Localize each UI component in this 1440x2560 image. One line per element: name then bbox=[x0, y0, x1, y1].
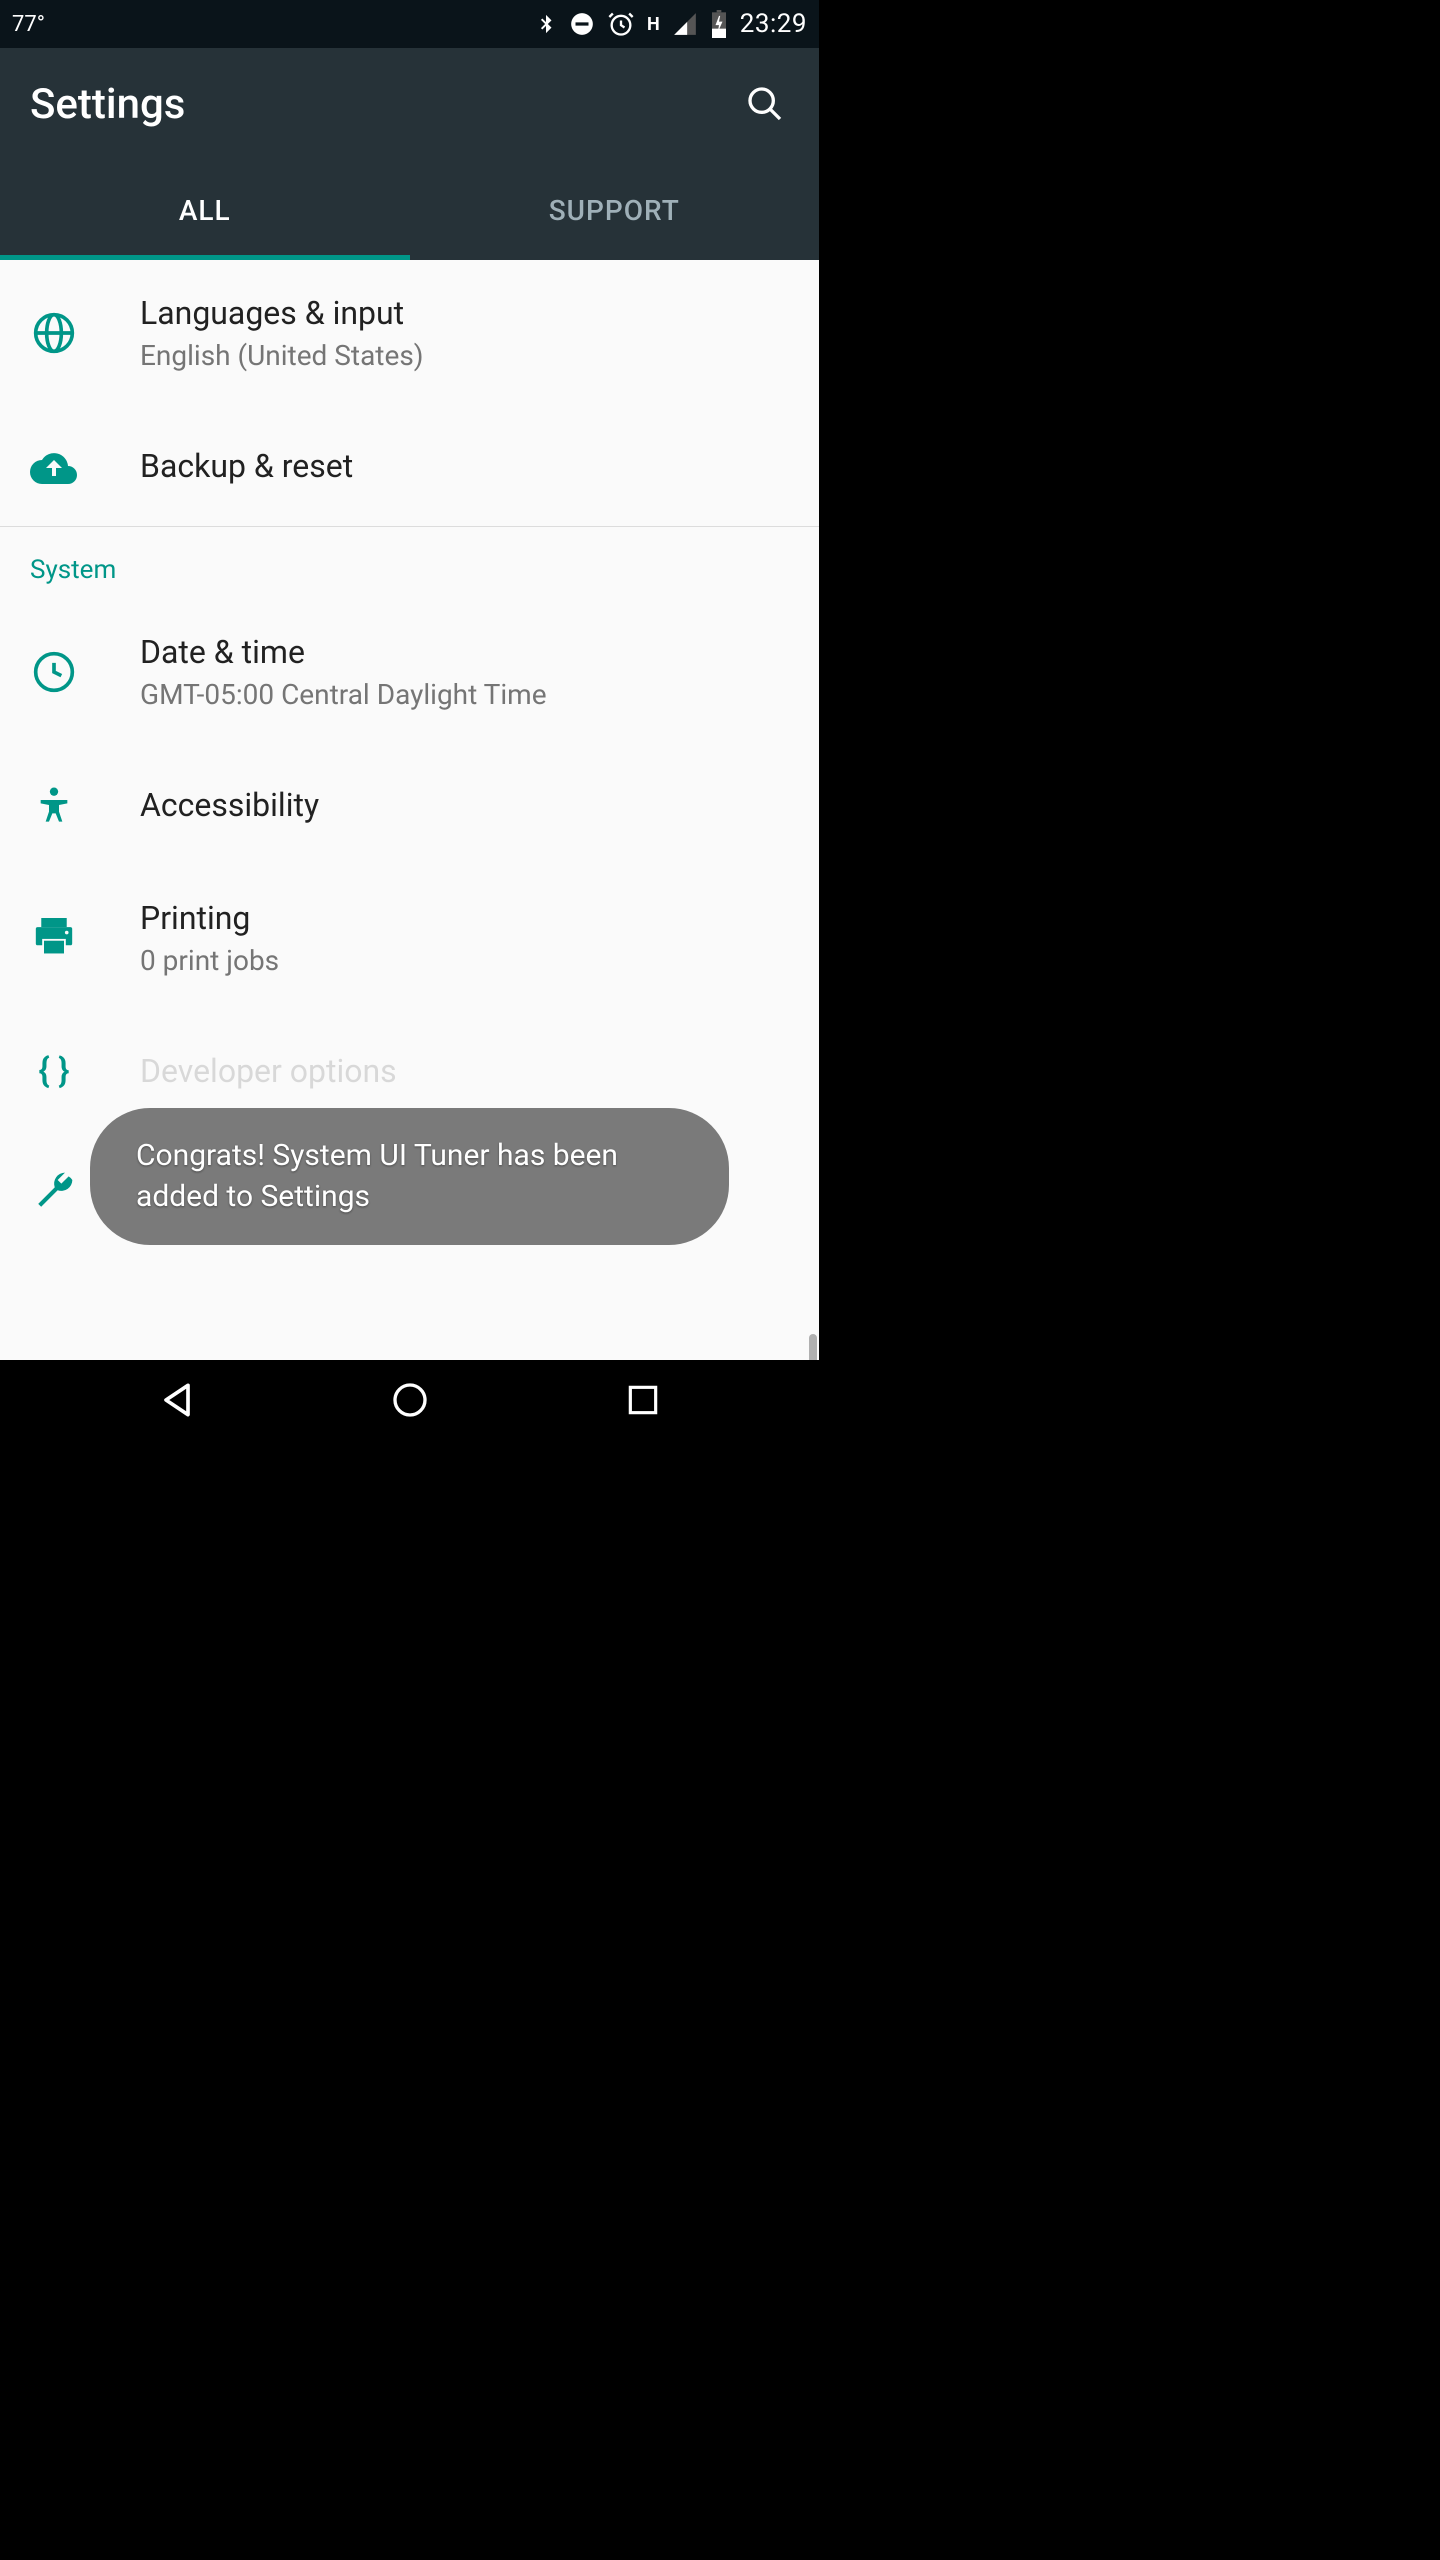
section-header-system: System bbox=[0, 527, 819, 599]
tab-support[interactable]: SUPPORT bbox=[410, 160, 820, 260]
navigation-bar bbox=[0, 1360, 819, 1440]
tab-support-label: SUPPORT bbox=[549, 194, 680, 227]
settings-item-backup[interactable]: Backup & reset bbox=[0, 406, 819, 526]
search-icon bbox=[745, 84, 785, 124]
signal-icon bbox=[672, 11, 698, 37]
tabs: ALL SUPPORT bbox=[0, 160, 819, 260]
item-title: Developer options bbox=[140, 1052, 397, 1090]
item-subtitle: GMT-05:00 Central Daylight Time bbox=[140, 678, 547, 711]
recent-icon bbox=[624, 1381, 662, 1419]
item-title: Accessibility bbox=[140, 786, 319, 824]
network-type-icon: H bbox=[647, 14, 660, 35]
settings-item-languages[interactable]: Languages & input English (United States… bbox=[0, 260, 819, 406]
item-title: Languages & input bbox=[140, 294, 424, 332]
app-header: Settings ALL SUPPORT bbox=[0, 48, 819, 260]
battery-charging-icon bbox=[710, 10, 728, 38]
nav-recent-button[interactable] bbox=[603, 1360, 683, 1440]
status-clock: 23:29 bbox=[740, 9, 807, 39]
wrench-icon bbox=[32, 1169, 76, 1213]
settings-item-accessibility[interactable]: Accessibility bbox=[0, 745, 819, 865]
settings-item-printing[interactable]: Printing 0 print jobs bbox=[0, 865, 819, 1011]
status-temperature: 77° bbox=[12, 12, 45, 37]
home-icon bbox=[390, 1380, 430, 1420]
do-not-disturb-icon bbox=[569, 11, 595, 37]
toast-text: Congrats! System UI Tuner has been added… bbox=[136, 1138, 618, 1214]
item-title: Printing bbox=[140, 899, 279, 937]
toast-message: Congrats! System UI Tuner has been added… bbox=[90, 1108, 729, 1245]
item-title: Backup & reset bbox=[140, 447, 353, 485]
nav-home-button[interactable] bbox=[370, 1360, 450, 1440]
clock-icon bbox=[32, 650, 76, 694]
tab-all[interactable]: ALL bbox=[0, 160, 410, 260]
accessibility-icon bbox=[34, 783, 74, 827]
back-icon bbox=[155, 1378, 199, 1422]
search-button[interactable] bbox=[741, 80, 789, 128]
settings-item-datetime[interactable]: Date & time GMT-05:00 Central Daylight T… bbox=[0, 599, 819, 745]
globe-icon bbox=[32, 311, 76, 355]
nav-back-button[interactable] bbox=[137, 1360, 217, 1440]
printer-icon bbox=[32, 918, 76, 958]
braces-icon: { } bbox=[39, 1051, 70, 1091]
item-title: Date & time bbox=[140, 633, 547, 671]
item-subtitle: English (United States) bbox=[140, 339, 424, 372]
page-title: Settings bbox=[30, 80, 185, 129]
item-subtitle: 0 print jobs bbox=[140, 944, 279, 977]
scrollbar[interactable] bbox=[809, 1334, 817, 1360]
status-bar: 77° H 23:29 bbox=[0, 0, 819, 48]
alarm-icon bbox=[607, 10, 635, 38]
cloud-upload-icon bbox=[30, 448, 78, 484]
tab-all-label: ALL bbox=[179, 194, 231, 227]
bluetooth-icon bbox=[535, 10, 557, 38]
